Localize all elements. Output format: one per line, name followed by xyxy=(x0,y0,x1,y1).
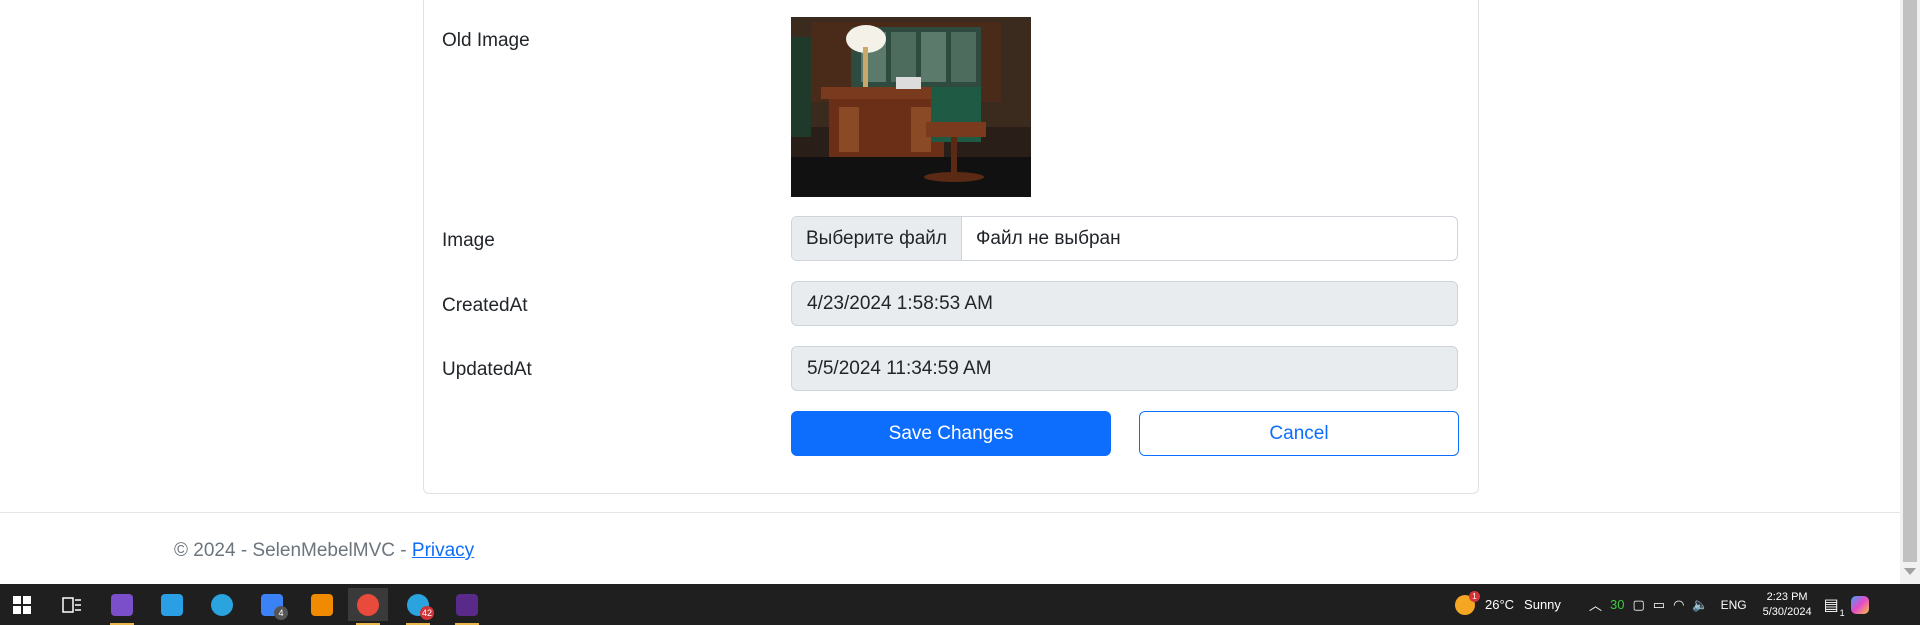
file-status-text: Файл не выбран xyxy=(975,227,1121,249)
windows-start-button[interactable] xyxy=(2,588,42,621)
windows-logo-icon xyxy=(13,595,31,614)
battery-icon[interactable]: ▭ xyxy=(1653,597,1665,613)
weather-text: Sunny xyxy=(1524,597,1561,612)
wifi-icon[interactable]: ◠ xyxy=(1673,597,1684,613)
clock[interactable]: 2:23 PM 5/30/2024 xyxy=(1763,590,1812,620)
weather-temp: 26°C xyxy=(1485,597,1515,612)
office-desk-photo xyxy=(791,17,1031,197)
terminal-icon xyxy=(456,593,478,616)
notification-count: 1 xyxy=(1839,607,1845,618)
clock-date: 5/30/2024 xyxy=(1762,605,1812,618)
copilot-icon[interactable] xyxy=(1850,595,1869,614)
taskbar-app-telegram-2[interactable]: 42 xyxy=(398,588,438,625)
task-view-icon xyxy=(62,596,81,613)
taskbar-app-todo[interactable]: 4 xyxy=(252,588,292,621)
updated-at-value: 5/5/2024 11:34:59 AM xyxy=(807,358,992,379)
language-indicator[interactable]: ENG xyxy=(1721,598,1747,612)
taskbar-app-telegram[interactable] xyxy=(202,588,242,621)
taskbar-app-vscode[interactable] xyxy=(152,588,192,621)
taskbar-app-vlc[interactable] xyxy=(302,588,342,621)
image-label: Image xyxy=(442,230,495,251)
created-at-label: CreatedAt xyxy=(442,295,528,316)
tray-counter[interactable]: 30 xyxy=(1610,597,1624,612)
todo-badge: 4 xyxy=(274,606,288,620)
footer-copyright: © 2024 - SelenMebelMVC - xyxy=(174,540,412,561)
telegram-2-badge: 42 xyxy=(419,606,434,620)
browser-viewport: Old Image Image Выберите файл Файл не вы… xyxy=(0,0,1900,584)
taskbar-app-visual-studio[interactable] xyxy=(102,588,142,625)
chrome-icon xyxy=(357,593,379,616)
scroll-down-arrow-icon[interactable] xyxy=(1904,568,1916,575)
old-image-label: Old Image xyxy=(442,30,530,51)
visual-studio-icon xyxy=(111,593,133,616)
created-at-value: 4/23/2024 1:58:53 AM xyxy=(807,293,993,314)
footer-divider xyxy=(0,512,1900,513)
cancel-button[interactable]: Cancel xyxy=(1139,411,1459,456)
scrollbar-thumb[interactable] xyxy=(1903,0,1917,562)
clock-time: 2:23 PM xyxy=(1766,590,1808,603)
vlc-icon xyxy=(311,593,333,616)
save-changes-button[interactable]: Save Changes xyxy=(791,411,1111,456)
weather-widget[interactable]: 1 26°C Sunny xyxy=(1455,584,1561,625)
chevron-up-icon[interactable]: ︿ xyxy=(1589,595,1602,614)
system-tray: ︿ 30 ▢ ▭ ◠ 🔈 ENG 2:23 PM 5/30/2024 ▤ 1 xyxy=(1589,584,1869,625)
vertical-scrollbar[interactable] xyxy=(1900,0,1920,584)
old-image-preview xyxy=(791,17,1031,197)
privacy-link[interactable]: Privacy xyxy=(412,540,474,561)
notification-center-icon[interactable]: ▤ 1 xyxy=(1824,595,1845,618)
vscode-icon xyxy=(161,593,183,616)
volume-icon[interactable]: 🔈 xyxy=(1692,597,1708,613)
task-view-button[interactable] xyxy=(52,588,92,621)
taskbar-app-terminal[interactable] xyxy=(447,588,487,625)
meet-now-icon[interactable]: ▢ xyxy=(1632,597,1644,613)
weather-badge: 1 xyxy=(1469,590,1480,602)
sun-icon: 1 xyxy=(1455,590,1480,615)
taskbar-app-chrome[interactable] xyxy=(348,588,388,625)
image-file-input[interactable]: Выберите файл Файл не выбран xyxy=(791,216,1458,261)
telegram-icon xyxy=(211,593,233,616)
created-at-field: 4/23/2024 1:58:53 AM xyxy=(791,281,1458,326)
choose-file-button[interactable]: Выберите файл xyxy=(792,217,962,260)
footer: © 2024 - SelenMebelMVC - Privacy xyxy=(174,540,474,562)
windows-taskbar: 4 42 1 26°C Sunny ︿ 30 ▢ ▭ ◠ 🔈 ENG 2:23 P… xyxy=(0,584,1920,625)
updated-at-field: 5/5/2024 11:34:59 AM xyxy=(791,346,1458,391)
updated-at-label: UpdatedAt xyxy=(442,359,532,380)
